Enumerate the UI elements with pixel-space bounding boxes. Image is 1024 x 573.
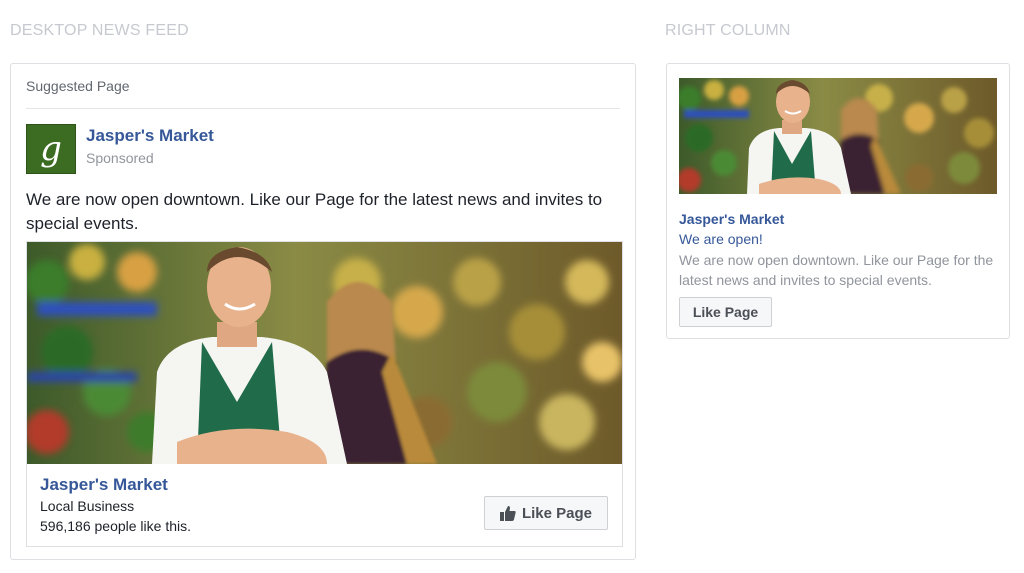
post-text: We are now open downtown. Like our Page … — [26, 190, 603, 233]
right-column-ad-card: Jasper's Market We are open! We are now … — [666, 63, 1010, 339]
ad-page-category: Local Business — [40, 498, 135, 514]
right-ad-description: We are now open downtown. Like our Page … — [679, 252, 994, 288]
like-page-label: Like Page — [521, 504, 593, 522]
section-title-right-column: RIGHT COLUMN — [665, 22, 791, 39]
grocer-photo-small-icon — [679, 78, 997, 194]
ad-attachment[interactable]: Jasper's Market Local Business 596,186 p… — [26, 241, 623, 547]
page-name-link[interactable]: Jasper's Market — [86, 126, 214, 146]
logo-letter: g — [40, 129, 62, 169]
header-divider — [26, 108, 620, 109]
page-logo[interactable]: g — [26, 124, 76, 174]
right-like-page-button[interactable]: Like Page — [679, 297, 772, 327]
right-ad-headline-link[interactable]: We are open! — [679, 231, 763, 247]
like-page-button[interactable]: Like Page — [484, 496, 608, 530]
ad-image-grocer[interactable] — [27, 242, 622, 464]
right-ad-page-name-link[interactable]: Jasper's Market — [679, 211, 784, 227]
grocer-photo-icon — [27, 242, 622, 464]
right-ad-image-grocer[interactable] — [679, 78, 997, 194]
ad-page-name-link[interactable]: Jasper's Market — [40, 475, 168, 495]
thumbs-up-icon — [499, 506, 516, 521]
jaspers-market-logo-icon: g — [40, 129, 62, 169]
section-title-desktop-news-feed: DESKTOP NEWS FEED — [10, 22, 189, 39]
ad-like-count: 596,186 people like this. — [40, 518, 191, 534]
sponsored-label[interactable]: Sponsored — [86, 150, 154, 166]
news-feed-ad-card: Suggested Page g Jasper's Market Sponsor… — [10, 63, 636, 560]
suggested-page-label: Suggested Page — [26, 78, 130, 94]
